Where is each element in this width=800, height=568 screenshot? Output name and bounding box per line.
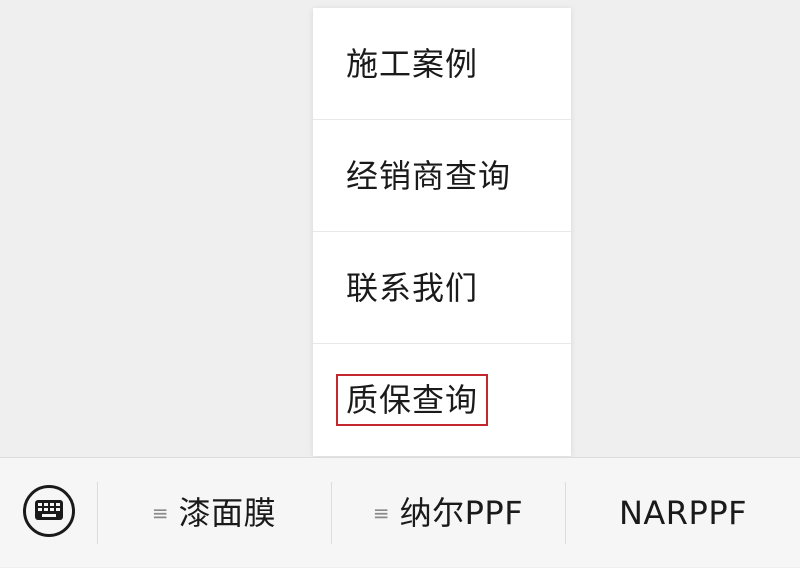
tab-narppf-cn[interactable]: ≡ 纳尔PPF [332, 458, 564, 568]
menu-lines-icon: ≡ [372, 501, 390, 525]
menu-item-construction-cases[interactable]: 施工案例 [313, 8, 571, 120]
keyboard-toggle-button[interactable] [23, 485, 75, 537]
menu-item-warranty-search[interactable]: 质保查询 [313, 344, 571, 456]
submenu-popup: 施工案例 经销商查询 联系我们 质保查询 [313, 8, 571, 456]
keyboard-icon [35, 500, 63, 520]
tab-paint-film[interactable]: ≡ 漆面膜 [98, 458, 330, 568]
menu-item-label: 联系我们 [346, 269, 479, 307]
bottom-menu-bar: ≡ 漆面膜 ≡ 纳尔PPF NARPPF [0, 457, 800, 567]
menu-item-label: 施工案例 [346, 45, 479, 83]
tab-label: 漆面膜 [178, 494, 277, 532]
tab-label: NARPPF [618, 494, 748, 532]
menu-lines-icon: ≡ [151, 501, 169, 525]
tab-narppf[interactable]: NARPPF [566, 458, 800, 568]
menu-item-contact-us[interactable]: 联系我们 [313, 232, 571, 344]
menu-item-label-highlighted: 质保查询 [336, 374, 489, 426]
menu-item-dealer-search[interactable]: 经销商查询 [313, 120, 571, 232]
tab-label: 纳尔PPF [399, 494, 524, 532]
menu-item-label: 经销商查询 [346, 157, 512, 195]
